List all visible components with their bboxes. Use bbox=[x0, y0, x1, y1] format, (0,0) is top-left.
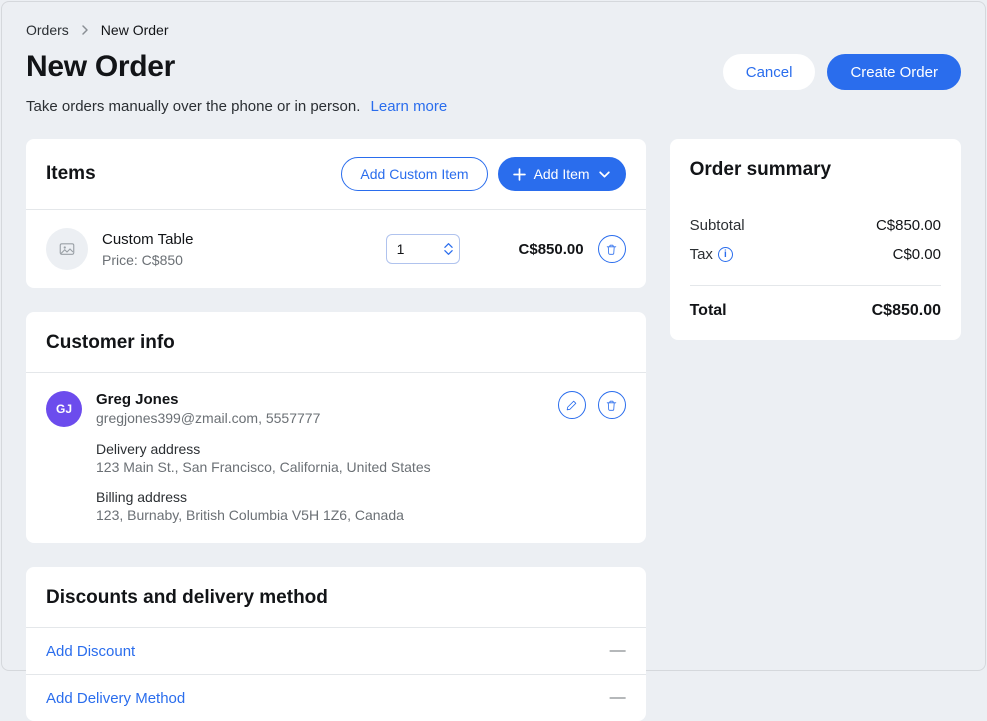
billing-address-value: 123, Burnaby, British Columbia V5H 1Z6, … bbox=[96, 507, 626, 523]
add-item-button[interactable]: Add Item bbox=[498, 157, 626, 191]
items-card: Items Add Custom Item Add Item bbox=[26, 139, 646, 288]
customer-contact: gregjones399@zmail.com, 5557777 bbox=[96, 410, 544, 426]
chevron-down-icon bbox=[598, 168, 611, 181]
learn-more-link[interactable]: Learn more bbox=[371, 98, 448, 115]
delete-customer-button[interactable] bbox=[598, 391, 626, 419]
quantity-stepper[interactable]: 1 bbox=[386, 234, 460, 264]
total-value: C$850.00 bbox=[872, 302, 941, 320]
discounts-card: Discounts and delivery method Add Discou… bbox=[26, 567, 646, 721]
order-summary-title: Order summary bbox=[690, 159, 941, 181]
add-discount-row[interactable]: Add Discount — bbox=[26, 628, 646, 674]
chevron-down-icon bbox=[444, 249, 453, 256]
trash-icon bbox=[605, 243, 618, 256]
customer-info-card: Customer info GJ Greg Jones gregjones399… bbox=[26, 312, 646, 543]
discounts-title: Discounts and delivery method bbox=[46, 587, 626, 609]
add-custom-item-button[interactable]: Add Custom Item bbox=[341, 157, 487, 191]
total-label: Total bbox=[690, 302, 727, 320]
delivery-address-value: 123 Main St., San Francisco, California,… bbox=[96, 459, 626, 475]
plus-icon bbox=[513, 168, 526, 181]
tax-label: Tax bbox=[690, 246, 713, 263]
trash-icon bbox=[605, 399, 618, 412]
create-order-button[interactable]: Create Order bbox=[827, 54, 961, 90]
order-summary-card: Order summary Subtotal C$850.00 Tax i C$… bbox=[670, 139, 961, 340]
subtotal-label: Subtotal bbox=[690, 217, 745, 234]
edit-customer-button[interactable] bbox=[558, 391, 586, 419]
tax-value: C$0.00 bbox=[893, 246, 941, 263]
cancel-button[interactable]: Cancel bbox=[723, 54, 816, 90]
subtotal-value: C$850.00 bbox=[876, 217, 941, 234]
divider bbox=[690, 285, 941, 286]
breadcrumb-parent[interactable]: Orders bbox=[26, 22, 69, 38]
items-title: Items bbox=[46, 163, 96, 185]
billing-address-label: Billing address bbox=[96, 489, 626, 505]
item-thumbnail bbox=[46, 228, 88, 270]
item-row: Custom Table Price: C$850 1 C$850.00 bbox=[26, 210, 646, 288]
add-discount-link[interactable]: Add Discount bbox=[46, 643, 135, 660]
customer-name: Greg Jones bbox=[96, 391, 544, 408]
info-icon[interactable]: i bbox=[718, 247, 733, 262]
delivery-address-label: Delivery address bbox=[96, 441, 626, 457]
add-delivery-row[interactable]: Add Delivery Method — bbox=[26, 674, 646, 721]
breadcrumb: Orders New Order bbox=[26, 22, 961, 38]
page-title: New Order bbox=[26, 50, 175, 84]
item-price: Price: C$850 bbox=[102, 252, 372, 268]
item-name: Custom Table bbox=[102, 231, 372, 248]
customer-info-title: Customer info bbox=[46, 332, 626, 354]
chevron-right-icon bbox=[79, 24, 91, 36]
avatar: GJ bbox=[46, 391, 82, 427]
pencil-icon bbox=[565, 399, 578, 412]
image-icon bbox=[58, 240, 76, 258]
add-delivery-link[interactable]: Add Delivery Method bbox=[46, 690, 185, 707]
chevron-up-icon bbox=[444, 242, 453, 249]
breadcrumb-current: New Order bbox=[101, 22, 169, 38]
page-subtitle: Take orders manually over the phone or i… bbox=[26, 98, 961, 115]
delete-item-button[interactable] bbox=[598, 235, 626, 263]
item-total: C$850.00 bbox=[474, 241, 584, 258]
